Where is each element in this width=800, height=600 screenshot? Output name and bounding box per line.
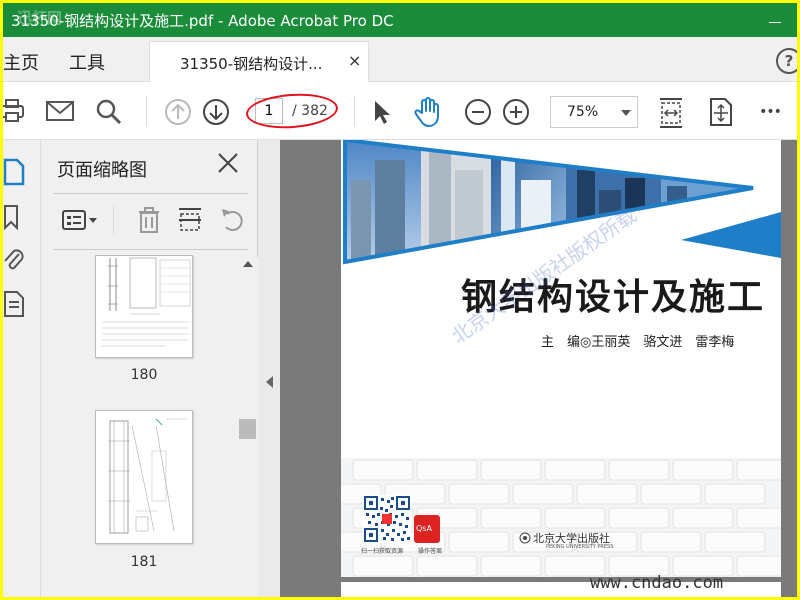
collapse-arrow-icon [266, 376, 273, 388]
panel-divider [113, 206, 114, 234]
tab-bar: 主页 工具 31350-钢结构设计... × ? [3, 37, 797, 83]
title-bar: 31350-钢结构设计及施工.pdf - Adobe Acrobat Pro D… [3, 3, 797, 37]
rotate-icon[interactable] [219, 206, 247, 234]
zoom-in-icon[interactable] [502, 98, 530, 126]
select-arrow-icon[interactable] [371, 98, 393, 126]
publisher-logo-icon [519, 529, 531, 548]
toolbar: 1 / 382 75% ••• [3, 82, 797, 140]
panel-divider [53, 193, 248, 194]
highlight-ring [244, 90, 340, 132]
close-panel-button[interactable] [217, 152, 239, 180]
prev-page-icon[interactable] [164, 98, 192, 126]
thumbnail-page-181[interactable] [95, 410, 193, 544]
qr-code [363, 495, 411, 543]
print-icon[interactable] [3, 98, 27, 124]
delete-icon[interactable] [137, 206, 161, 234]
panel-title: 页面缩略图 [57, 160, 147, 181]
close-tab-button[interactable]: × [348, 51, 361, 70]
scroll-up-icon[interactable] [243, 261, 253, 267]
zoom-out-icon[interactable] [464, 98, 492, 126]
navigation-rail [3, 140, 41, 597]
attachment-icon[interactable] [3, 246, 25, 274]
panel-divider [53, 249, 248, 250]
window-title: 31350-钢结构设计及施工.pdf - Adobe Acrobat Pro D… [11, 12, 394, 30]
minimize-button[interactable] [752, 3, 797, 37]
acrobat-window: 31350-钢结构设计及施工.pdf - Adobe Acrobat Pro D… [3, 3, 797, 597]
toolbar-divider [354, 96, 355, 126]
page-navigator: 1 / 382 [244, 90, 340, 132]
hand-icon[interactable] [413, 96, 443, 128]
next-page-icon[interactable] [202, 98, 230, 126]
scrollbar-thumb[interactable] [239, 419, 256, 439]
thumbnail-page-180[interactable] [95, 255, 193, 358]
collapse-panel-handle[interactable] [258, 140, 280, 597]
qr-caption: 扫一扫获取资源 [361, 548, 404, 555]
thumbnail-label: 180 [130, 367, 158, 383]
chevron-down-icon [621, 110, 631, 116]
app-caption: 操作答案 [418, 548, 443, 555]
email-icon[interactable] [45, 99, 75, 123]
help-icon[interactable]: ? [776, 48, 797, 74]
document-tab-label: 31350-钢结构设计... [180, 55, 323, 73]
app-icon: QsA [414, 515, 440, 543]
tab-tools[interactable]: 工具 [69, 49, 105, 75]
thumbnails-panel: 页面缩略图 180 181 [41, 140, 258, 597]
tab-home[interactable]: 主页 [3, 49, 39, 75]
page-thumbnails-icon[interactable] [3, 158, 25, 186]
corner-watermark: 迅杯网 [17, 9, 63, 27]
tab-document[interactable]: 31350-钢结构设计... × [149, 41, 369, 83]
more-icon[interactable]: ••• [757, 102, 783, 122]
toolbar-divider [146, 96, 147, 126]
zoom-select[interactable]: 75% [550, 96, 638, 128]
thumbnail-options-icon[interactable] [61, 208, 101, 232]
site-watermark: www.cndao.com [590, 573, 724, 593]
layers-icon[interactable] [3, 290, 25, 318]
extract-pages-icon[interactable] [177, 206, 203, 234]
zoom-value: 75% [567, 104, 599, 120]
book-authors: 主 编◎王丽英 骆文进 雷李梅 [541, 335, 735, 350]
minimize-icon [768, 21, 781, 23]
pdf-page-cover: 钢结构设计及施工 主 编◎王丽英 骆文进 雷李梅 北京大学出版社版权所载 扫一扫… [341, 140, 781, 577]
publisher-english-name: PEKING UNIVERSITY PRESS [546, 544, 614, 550]
document-view[interactable]: 钢结构设计及施工 主 编◎王丽英 骆文进 雷李梅 北京大学出版社版权所载 扫一扫… [280, 140, 797, 597]
thumbnails-scrollbar[interactable] [238, 257, 258, 597]
search-icon[interactable] [95, 98, 123, 126]
bookmark-icon[interactable] [3, 204, 21, 230]
thumbnail-label: 181 [130, 554, 158, 570]
app-icon-label: QsA [416, 524, 432, 533]
fit-width-icon[interactable] [657, 96, 685, 130]
fullscreen-icon[interactable] [706, 96, 736, 128]
